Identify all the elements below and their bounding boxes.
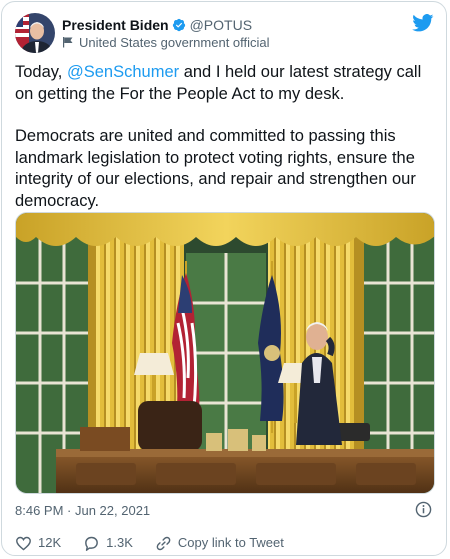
reply-bubble-icon — [85, 536, 99, 551]
author-name[interactable]: President Biden — [62, 17, 169, 33]
reply-count: 1.3K — [106, 535, 133, 550]
mention-link[interactable]: @SenSchumer — [67, 63, 179, 81]
flag-icon — [63, 37, 73, 48]
tweet-date[interactable]: Jun 22, 2021 — [75, 503, 150, 518]
author-handle[interactable]: @POTUS — [190, 17, 252, 33]
heart-icon — [16, 536, 31, 550]
tweet-actions: 12K 1.3K Copy link to Tweet — [15, 534, 306, 552]
author-name-row[interactable]: President Biden @POTUS — [62, 16, 252, 34]
reply-button[interactable]: 1.3K — [83, 535, 133, 552]
copy-link-button[interactable]: Copy link to Tweet — [155, 535, 284, 552]
government-label: United States government official — [62, 34, 270, 50]
tweet-card[interactable]: President Biden @POTUS United States gov… — [1, 1, 447, 556]
avatar[interactable] — [15, 13, 55, 53]
tweet-photo[interactable] — [15, 212, 435, 494]
tweet-paragraph-1: Today, @SenSchumer and I held our latest… — [15, 62, 440, 105]
twitter-bird-icon[interactable] — [412, 14, 434, 32]
info-icon[interactable] — [415, 501, 432, 518]
copy-link-label: Copy link to Tweet — [177, 535, 284, 550]
tweet-time[interactable]: 8:46 PM — [15, 503, 63, 518]
tweet-text-start: Today, — [15, 63, 67, 81]
like-button[interactable]: 12K — [15, 535, 61, 552]
verified-badge-icon — [172, 18, 185, 32]
like-count: 12K — [38, 535, 62, 550]
government-label-text: United States government official — [79, 34, 270, 50]
link-icon — [156, 536, 171, 550]
timestamp-separator: · — [63, 502, 75, 518]
tweet-timestamp[interactable]: 8:46 PM · Jun 22, 2021 — [15, 502, 150, 518]
tweet-text: Today, @SenSchumer and I held our latest… — [15, 62, 440, 212]
tweet-paragraph-2: Democrats are united and committed to pa… — [15, 127, 416, 210]
